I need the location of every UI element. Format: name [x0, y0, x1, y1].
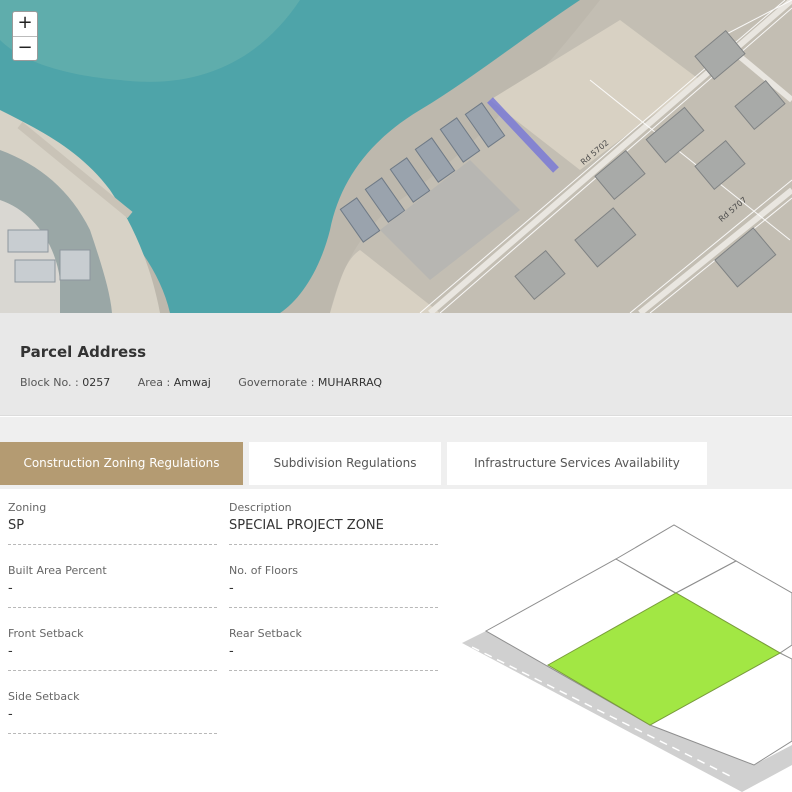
- built-area-percent-label: Built Area Percent: [8, 564, 107, 577]
- block-label: Block No. :: [20, 376, 79, 389]
- no-of-floors-value: -: [229, 581, 234, 596]
- area: Area : Amwaj: [138, 376, 211, 389]
- governorate-label: Governorate :: [238, 376, 315, 389]
- tab-construction-zoning-regulations[interactable]: Construction Zoning Regulations: [0, 442, 243, 485]
- block-number: Block No. : 0257: [20, 376, 110, 389]
- description-label: Description: [229, 501, 292, 514]
- zoning-label: Zoning: [8, 501, 47, 514]
- satellite-map[interactable]: Rd 5702 Rd 5707 + −: [0, 0, 792, 313]
- no-of-floors-label: No. of Floors: [229, 564, 298, 577]
- tab-subdivision-regulations[interactable]: Subdivision Regulations: [249, 442, 441, 485]
- built-area-percent-field: Built Area Percent -: [8, 552, 217, 608]
- area-label: Area :: [137, 376, 171, 389]
- front-setback-field: Front Setback -: [8, 615, 217, 671]
- area-value: Amwaj: [173, 376, 211, 389]
- parcel-meta: Block No. : 0257 Area : Amwaj Governorat…: [20, 376, 406, 389]
- governorate-value: MUHARRAQ: [317, 376, 383, 389]
- rear-setback-label: Rear Setback: [229, 627, 302, 640]
- front-setback-value: -: [8, 644, 13, 659]
- parcel-address-title: Parcel Address: [20, 343, 147, 361]
- description-field: Description SPECIAL PROJECT ZONE: [229, 489, 438, 545]
- parcel-address-panel: Parcel Address Block No. : 0257 Area : A…: [0, 313, 792, 416]
- no-of-floors-field: No. of Floors -: [229, 552, 438, 608]
- block-value: 0257: [82, 376, 111, 389]
- zoom-out-button[interactable]: −: [13, 36, 37, 60]
- parcel-isometric-diagram: [462, 524, 792, 792]
- rear-setback-value: -: [229, 644, 234, 659]
- map-imagery: [0, 0, 792, 313]
- zoning-field: Zoning SP: [8, 489, 217, 545]
- built-area-percent-value: -: [8, 581, 13, 596]
- description-value: SPECIAL PROJECT ZONE: [229, 518, 384, 533]
- side-setback-value: -: [8, 707, 13, 722]
- zoning-value: SP: [8, 518, 25, 533]
- rear-setback-field: Rear Setback -: [229, 615, 438, 671]
- zoom-in-button[interactable]: +: [13, 12, 37, 36]
- tab-bar: Construction Zoning Regulations Subdivis…: [0, 417, 792, 489]
- side-setback-label: Side Setback: [8, 690, 80, 703]
- zoom-control: + −: [12, 11, 38, 61]
- front-setback-label: Front Setback: [8, 627, 84, 640]
- parcel-info-page: Rd 5702 Rd 5707 + − Parcel Address Block…: [0, 0, 792, 792]
- tab-infrastructure-services-availability[interactable]: Infrastructure Services Availability: [447, 442, 707, 485]
- governorate: Governorate : MUHARRAQ: [238, 376, 382, 389]
- side-setback-field: Side Setback -: [8, 678, 217, 734]
